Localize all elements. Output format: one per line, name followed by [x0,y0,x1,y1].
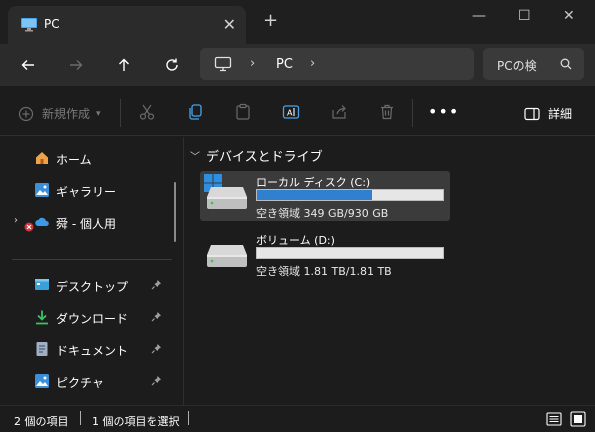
pin-icon[interactable] [151,375,162,386]
arrow-up-icon [119,58,129,71]
monitor-icon [214,56,232,72]
large-icons-view-icon[interactable] [570,411,586,427]
content-pane: ﹀ デバイスとドライブ ローカル ディスク (C:) 空き領域 349 GB/9… [184,137,595,405]
hard-drive-icon [207,245,247,267]
toolbar-divider [412,99,413,127]
sidebar-item-label: デスクトップ [56,280,129,294]
pin-icon[interactable] [151,311,162,322]
cut-icon[interactable] [138,103,156,121]
arrow-right-icon [70,60,83,70]
drive-item-c[interactable]: ローカル ディスク (C:) 空き領域 349 GB/930 GB [200,171,450,221]
more-options-button[interactable]: ••• [428,102,459,121]
pin-icon[interactable] [151,343,162,354]
tab-close-icon[interactable]: ✕ [223,15,236,34]
new-tab-button[interactable]: + [263,12,278,30]
navigation-bar: › PC › PCの検 [0,44,595,86]
chevron-right-icon[interactable]: › [14,215,18,226]
breadcrumb-chevron-icon[interactable]: › [250,56,255,71]
sidebar-divider [12,259,172,260]
sidebar-item-label: ピクチャ [56,376,104,390]
title-bar: PC ✕ + — ☐ ✕ [0,0,595,44]
breadcrumb-pc[interactable]: PC [276,57,293,72]
drive-usage-fill [257,190,373,200]
details-pane-button[interactable]: 詳細 [524,105,572,122]
error-badge-icon [24,222,34,232]
rename-icon[interactable]: A [282,103,300,121]
new-button-label: 新規作成 [42,107,91,121]
up-button[interactable] [110,52,138,78]
home-icon [36,152,48,164]
search-input[interactable]: PCの検 [483,48,584,80]
sidebar-item-onedrive[interactable]: › 舜 - 個人用 [0,208,178,236]
hard-drive-icon [207,187,247,209]
sidebar-scrollbar[interactable] [174,182,176,242]
drive-usage-bar [256,247,444,259]
sidebar-item-label: ギャラリー [56,185,117,199]
drive-name: ボリューム (D:) [256,234,335,247]
sidebar-item-gallery[interactable]: ギャラリー [0,176,178,204]
back-button[interactable] [14,52,42,78]
breadcrumb-chevron-icon[interactable]: › [310,56,315,71]
drive-item-d[interactable]: ボリューム (D:) 空き領域 1.81 TB/1.81 TB [200,229,450,279]
sidebar-item-label: 舜 - 個人用 [56,217,116,231]
sidebar-item-documents[interactable]: ドキュメント [0,335,178,363]
onedrive-icon [35,217,49,226]
svg-text:A: A [287,109,293,118]
sidebar-item-label: ドキュメント [56,344,129,358]
chevron-down-icon: ▾ [96,108,101,119]
status-bar: 2 個の項目 1 個の項目を選択 [0,405,595,432]
address-bar[interactable]: › PC › [200,48,474,80]
details-label: 詳細 [548,107,573,121]
close-button[interactable]: ✕ [563,8,575,24]
refresh-icon [166,58,178,71]
pin-icon[interactable] [151,279,162,290]
status-separator [80,411,81,425]
tab-title: PC [44,17,60,31]
sidebar-item-pictures[interactable]: ピクチャ [0,367,178,395]
chevron-down-icon: ﹀ [190,152,200,163]
drive-free-space: 空き領域 349 GB/930 GB [256,207,389,220]
sidebar-item-downloads[interactable]: ダウンロード [0,303,178,331]
navigation-pane: ホーム ギャラリー › 舜 - 個人用 デスクトップ ダウンロード ドキュメント… [0,137,183,405]
sidebar-item-label: ホーム [56,153,92,167]
plus-circle-icon [18,106,34,121]
desktop-icon [35,279,49,290]
group-title: デバイスとドライブ [206,150,323,165]
details-pane-icon [524,107,540,120]
sidebar-item-desktop[interactable]: デスクトップ [0,271,178,299]
minimize-button[interactable]: — [472,8,486,24]
arrow-left-icon [21,60,34,70]
selection-count: 1 個の項目を選択 [92,415,180,428]
copy-icon[interactable] [186,103,204,121]
search-icon [560,58,572,70]
status-separator [188,411,189,425]
pictures-icon [35,374,49,388]
drive-usage-bar [256,189,444,201]
drive-name: ローカル ディスク (C:) [256,176,371,189]
command-bar: 新規作成 ▾ A ••• 詳細 [0,86,595,136]
tab-pc[interactable]: PC ✕ [8,6,246,44]
delete-icon[interactable] [378,103,396,121]
document-icon [36,342,48,356]
download-icon [36,310,48,325]
search-placeholder: PCの検 [497,59,537,73]
toolbar-divider [120,99,121,127]
sidebar-item-home[interactable]: ホーム [0,144,178,172]
paste-icon[interactable] [234,103,252,121]
item-count: 2 個の項目 [14,415,69,428]
share-icon[interactable] [330,103,348,121]
drive-free-space: 空き領域 1.81 TB/1.81 TB [256,265,392,278]
details-view-icon[interactable] [546,411,562,427]
new-button[interactable]: 新規作成 ▾ [18,105,101,122]
sidebar-item-label: ダウンロード [56,312,129,326]
this-pc-icon [21,18,37,32]
forward-button[interactable] [62,52,90,78]
gallery-icon [35,183,49,197]
refresh-button[interactable] [158,52,186,78]
maximize-button[interactable]: ☐ [518,8,531,24]
group-header-devices[interactable]: ﹀ デバイスとドライブ [190,146,323,165]
